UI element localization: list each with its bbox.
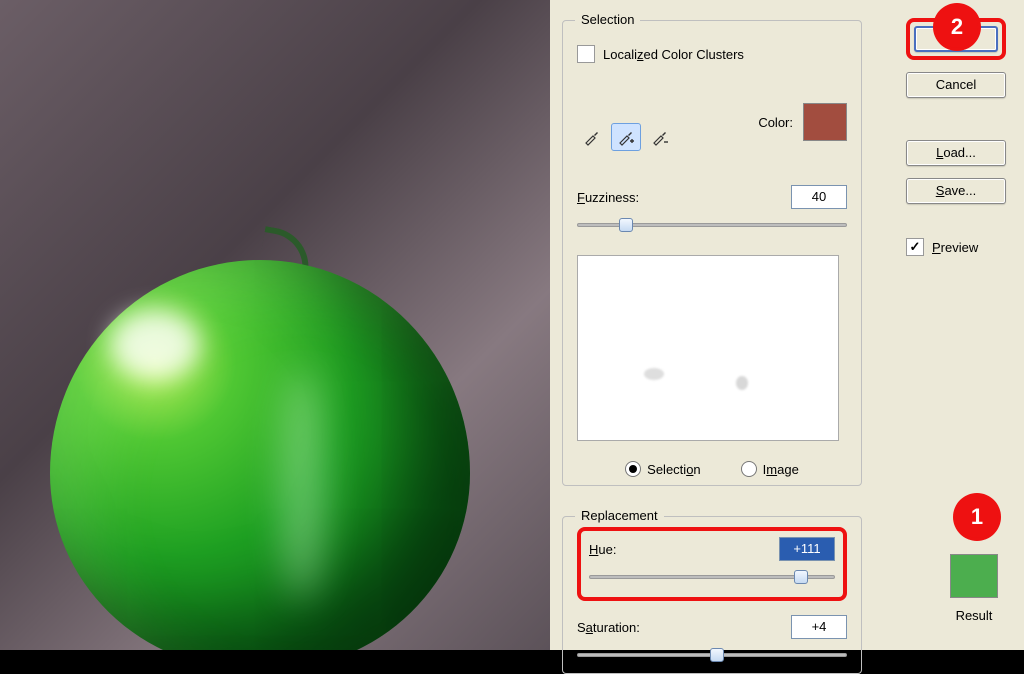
document-preview xyxy=(0,0,550,650)
result-swatch[interactable] xyxy=(950,554,998,598)
replacement-fieldset: Replacement Hue: +111 Saturation: +4 xyxy=(562,516,862,674)
slider-thumb[interactable] xyxy=(710,648,724,662)
slider-thumb[interactable] xyxy=(619,218,633,232)
saturation-slider[interactable] xyxy=(577,645,847,663)
fuzziness-input[interactable]: 40 xyxy=(791,185,847,209)
hue-input[interactable]: +111 xyxy=(779,537,835,561)
selection-fieldset: Selection Localized Color Clusters xyxy=(562,20,862,486)
localized-checkbox[interactable] xyxy=(577,45,595,63)
callout-badge-1: 1 xyxy=(956,496,998,538)
eyedropper-group xyxy=(577,123,675,151)
hue-slider[interactable] xyxy=(589,567,835,585)
replacement-legend: Replacement xyxy=(575,508,664,523)
selection-preview xyxy=(577,255,839,441)
selection-legend: Selection xyxy=(575,12,640,27)
hue-callout-box: Hue: +111 xyxy=(577,527,847,601)
save-button[interactable]: Save... xyxy=(906,178,1006,204)
callout-badge-2: 2 xyxy=(936,6,978,48)
preview-label: Preview xyxy=(932,240,978,255)
eyedropper-plus-icon[interactable] xyxy=(611,123,641,151)
radio-image-label: Image xyxy=(763,462,799,477)
radio-icon xyxy=(741,461,757,477)
result-label: Result xyxy=(950,608,998,623)
saturation-input[interactable]: +4 xyxy=(791,615,847,639)
result-group: Result xyxy=(950,554,998,623)
radio-icon xyxy=(625,461,641,477)
saturation-label: Saturation: xyxy=(577,620,640,635)
sampled-color-swatch[interactable] xyxy=(803,103,847,141)
fuzziness-label: Fuzziness: xyxy=(577,190,639,205)
eyedropper-icon[interactable] xyxy=(577,123,607,151)
radio-selection-label: Selection xyxy=(647,462,701,477)
load-button[interactable]: Load... xyxy=(906,140,1006,166)
cancel-button[interactable]: Cancel xyxy=(906,72,1006,98)
color-label: Color: xyxy=(758,115,793,130)
preview-checkbox[interactable] xyxy=(906,238,924,256)
preview-smudge xyxy=(736,376,748,390)
localized-label: Localized Color Clusters xyxy=(603,47,744,62)
radio-image[interactable]: Image xyxy=(741,461,799,477)
localized-row[interactable]: Localized Color Clusters xyxy=(577,45,847,63)
preview-toggle[interactable]: Preview xyxy=(906,238,1006,256)
dialog-buttons: OK Cancel Load... Save... Preview xyxy=(906,20,1006,256)
hue-label: Hue: xyxy=(589,542,616,557)
eyedropper-minus-icon[interactable] xyxy=(645,123,675,151)
slider-thumb[interactable] xyxy=(794,570,808,584)
fuzziness-slider[interactable] xyxy=(577,215,847,233)
apple-shape xyxy=(50,260,470,650)
slider-track xyxy=(577,223,847,227)
replace-color-dialog: Selection Localized Color Clusters xyxy=(550,0,1024,650)
radio-selection[interactable]: Selection xyxy=(625,461,701,477)
preview-smudge xyxy=(644,368,664,380)
